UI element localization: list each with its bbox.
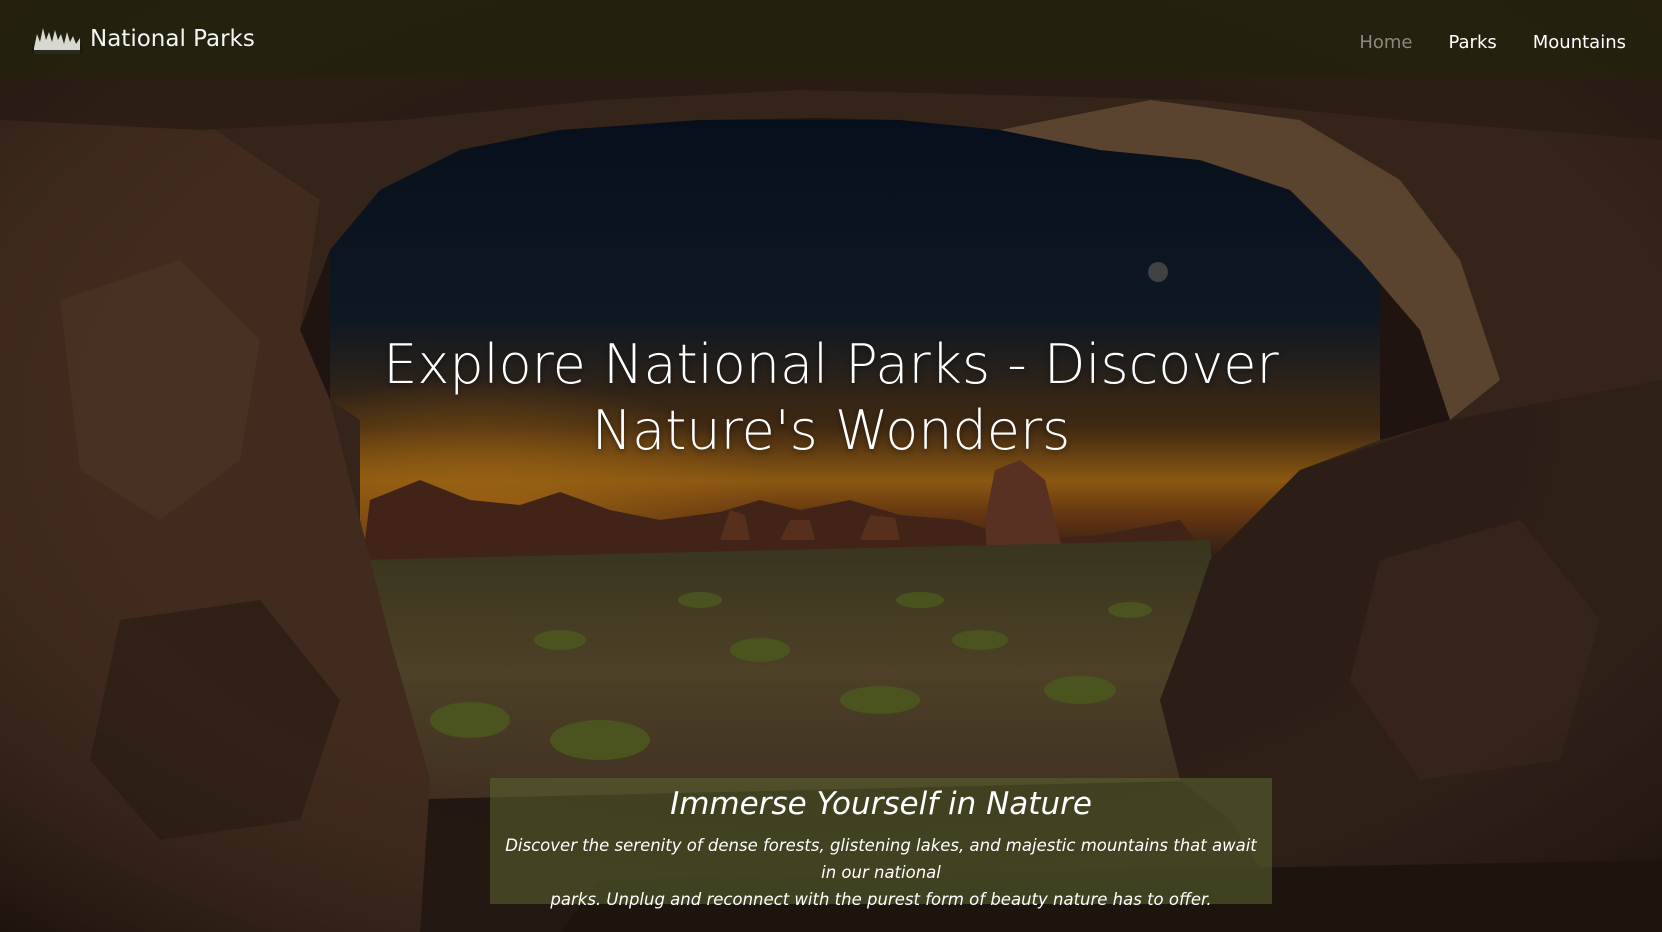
navbar: National Parks Home Parks Mountains bbox=[0, 0, 1662, 78]
hero-title-line-2: Nature's Wonders bbox=[591, 399, 1071, 463]
nav-link-parks[interactable]: Parks bbox=[1448, 32, 1496, 53]
nav-link-home[interactable]: Home bbox=[1359, 32, 1412, 53]
brand-name: National Parks bbox=[90, 26, 255, 52]
caption-text-line-1: Discover the serenity of dense forests, … bbox=[505, 836, 1257, 882]
forest-silhouette-logo-icon bbox=[32, 22, 82, 56]
caption-text-line-2: parks. Unplug and reconnect with the pur… bbox=[550, 890, 1212, 909]
caption-text: Discover the serenity of dense forests, … bbox=[496, 832, 1266, 913]
hero-title-line-1: Explore National Parks - Discover bbox=[383, 333, 1279, 397]
nav-link-mountains[interactable]: Mountains bbox=[1533, 32, 1626, 53]
hero-caption-card: Immerse Yourself in Nature Discover the … bbox=[490, 778, 1272, 909]
brand-link[interactable]: National Parks bbox=[32, 22, 255, 56]
nav-links: Home Parks Mountains bbox=[1359, 32, 1626, 53]
caption-title: Immerse Yourself in Nature bbox=[670, 786, 1092, 822]
hero-title: Explore National Parks - Discover Nature… bbox=[0, 332, 1662, 464]
page: National Parks Home Parks Mountains Expl… bbox=[0, 0, 1662, 932]
